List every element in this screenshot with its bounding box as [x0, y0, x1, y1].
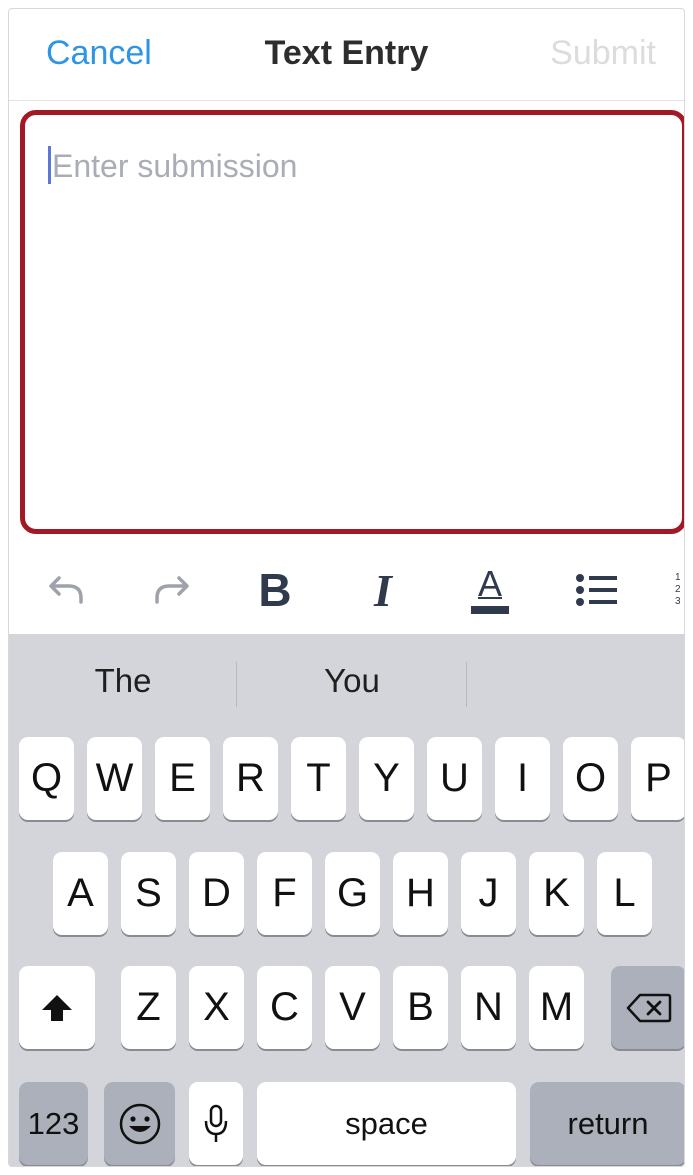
suggestion-2[interactable]: You	[252, 662, 452, 700]
key-h[interactable]: H	[393, 852, 448, 935]
key-f[interactable]: F	[257, 852, 312, 935]
key-w[interactable]: W	[87, 737, 142, 820]
text-color-icon[interactable]: A	[460, 549, 520, 631]
submission-text-area[interactable]: Enter submission	[20, 110, 684, 534]
key-c[interactable]: C	[257, 966, 312, 1049]
text-caret	[48, 146, 51, 184]
key-m[interactable]: M	[529, 966, 584, 1049]
on-screen-keyboard: The You Q W E R T Y U I O P A S D F G H …	[9, 634, 684, 1166]
suggestion-1[interactable]: The	[23, 662, 223, 700]
redo-icon[interactable]	[141, 549, 201, 631]
italic-icon[interactable]: I	[353, 549, 413, 631]
key-b[interactable]: B	[393, 966, 448, 1049]
return-key[interactable]: return	[530, 1082, 684, 1165]
key-x[interactable]: X	[189, 966, 244, 1049]
key-r[interactable]: R	[223, 737, 278, 820]
formatting-toolbar: B I A 1 2 3	[9, 549, 684, 631]
key-j[interactable]: J	[461, 852, 516, 935]
key-e[interactable]: E	[155, 737, 210, 820]
key-s[interactable]: S	[121, 852, 176, 935]
key-p[interactable]: P	[631, 737, 684, 820]
emoji-key[interactable]	[104, 1082, 175, 1165]
key-u[interactable]: U	[427, 737, 482, 820]
text-color-swatch	[471, 606, 509, 614]
svg-text:3: 3	[675, 596, 681, 607]
key-y[interactable]: Y	[359, 737, 414, 820]
suggestion-divider	[466, 662, 467, 707]
key-g[interactable]: G	[325, 852, 380, 935]
numbers-key[interactable]: 123	[19, 1082, 88, 1165]
backspace-icon	[626, 993, 671, 1022]
navigation-bar: Cancel Text Entry Submit	[9, 9, 684, 101]
shift-key[interactable]	[19, 966, 95, 1049]
bullet-list-icon[interactable]	[567, 549, 627, 631]
italic-glyph: I	[374, 564, 392, 616]
key-d[interactable]: D	[189, 852, 244, 935]
dictation-key[interactable]	[189, 1082, 243, 1165]
bold-icon[interactable]: B	[245, 549, 305, 631]
suggestion-divider	[236, 662, 237, 707]
microphone-icon	[204, 1104, 228, 1142]
numbered-list-icon[interactable]: 1 2 3	[673, 549, 684, 631]
key-t[interactable]: T	[291, 737, 346, 820]
screen-frame: Cancel Text Entry Submit Enter submissio…	[8, 8, 685, 1167]
emoji-icon	[119, 1103, 160, 1144]
key-l[interactable]: L	[597, 852, 652, 935]
text-color-glyph: A	[477, 563, 502, 604]
undo-icon[interactable]	[37, 549, 97, 631]
key-a[interactable]: A	[53, 852, 108, 935]
bold-glyph: B	[258, 564, 292, 616]
key-q[interactable]: Q	[19, 737, 74, 820]
svg-text:1: 1	[675, 572, 681, 583]
space-key[interactable]: space	[257, 1082, 516, 1165]
key-n[interactable]: N	[461, 966, 516, 1049]
key-i[interactable]: I	[495, 737, 550, 820]
key-z[interactable]: Z	[121, 966, 176, 1049]
submission-placeholder: Enter submission	[52, 148, 298, 184]
delete-key[interactable]	[611, 966, 684, 1049]
key-v[interactable]: V	[325, 966, 380, 1049]
key-k[interactable]: K	[529, 852, 584, 935]
shift-icon	[42, 994, 72, 1021]
submit-button[interactable]: Submit	[550, 34, 656, 73]
predictive-text-bar: The You	[9, 634, 684, 730]
key-o[interactable]: O	[563, 737, 618, 820]
svg-text:2: 2	[675, 584, 681, 595]
